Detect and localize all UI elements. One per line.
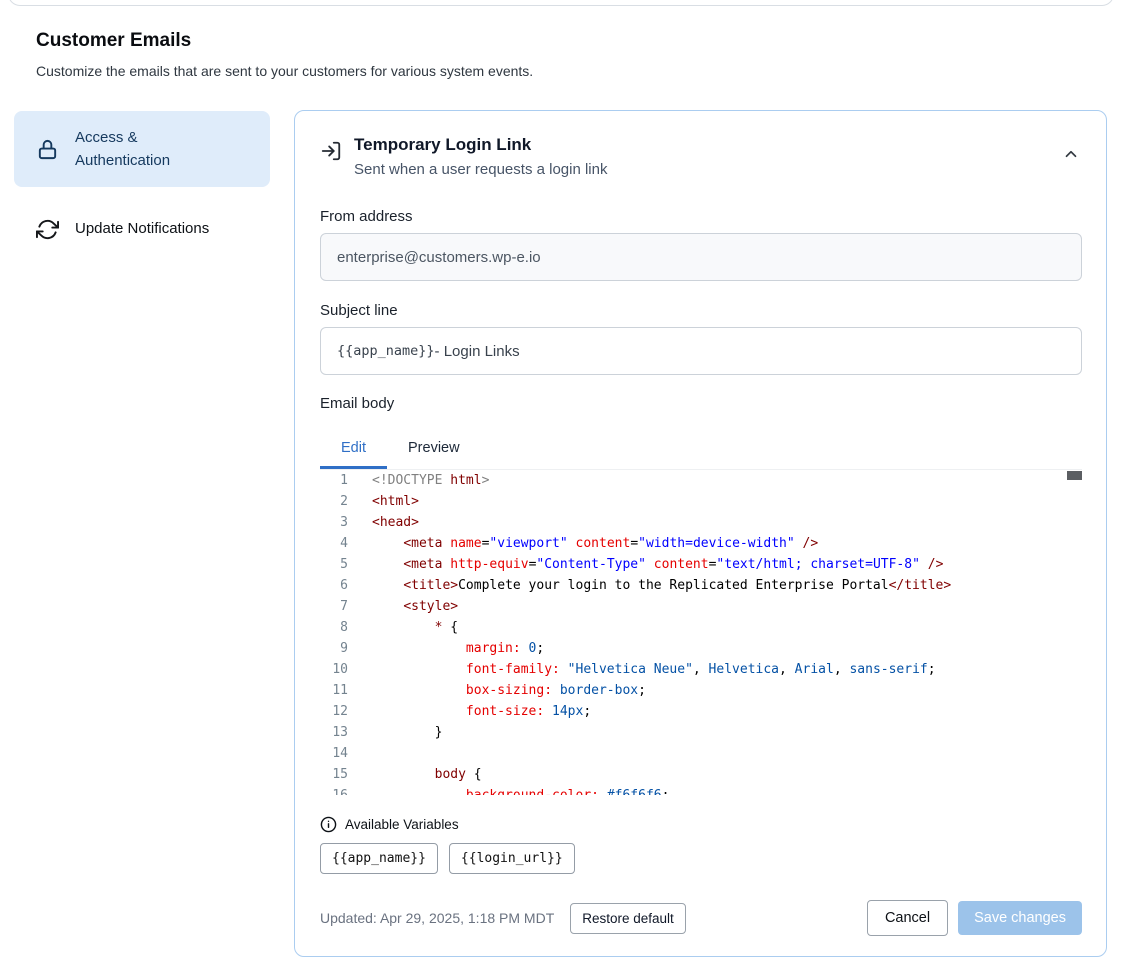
code-line: 2<html> [320, 491, 1082, 512]
editor-scrollbar-thumb[interactable] [1067, 471, 1082, 480]
card-footer: Updated: Apr 29, 2025, 1:18 PM MDT Resto… [320, 900, 1082, 936]
subject-line-label: Subject line [320, 302, 1082, 319]
code-line: 4 <meta name="viewport" content="width=d… [320, 533, 1082, 554]
variable-chip-app-name[interactable]: {{app_name}} [320, 843, 438, 874]
code-line: 10 font-family: "Helvetica Neue", Helvet… [320, 659, 1082, 680]
page-title: Customer Emails [36, 30, 533, 52]
card-header: Temporary Login Link Sent when a user re… [320, 135, 1082, 178]
sidebar-item-label: Access & Authentication [75, 126, 225, 173]
page-subtitle: Customize the emails that are sent to yo… [36, 63, 533, 79]
tab-edit[interactable]: Edit [320, 428, 387, 469]
restore-default-button[interactable]: Restore default [570, 903, 686, 934]
code-line: 9 margin: 0; [320, 638, 1082, 659]
code-line: 16 background-color: #f6f6f6; [320, 785, 1082, 795]
code-editor[interactable]: 1<!DOCTYPE html>2<html>3<head>4 <meta na… [320, 469, 1082, 795]
save-changes-button[interactable]: Save changes [958, 901, 1082, 935]
subject-variable-token: {{app_name}} [337, 343, 435, 359]
subject-line-input[interactable]: {{app_name}} - Login Links [320, 327, 1082, 375]
code-line: 5 <meta http-equiv="Content-Type" conten… [320, 554, 1082, 575]
variable-chips: {{app_name}} {{login_url}} [320, 843, 1082, 874]
login-icon [320, 140, 342, 162]
sidebar-item-label: Update Notifications [75, 217, 209, 240]
code-line: 1<!DOCTYPE html> [320, 470, 1082, 491]
code-line: 14 [320, 743, 1082, 764]
code-line: 11 box-sizing: border-box; [320, 680, 1082, 701]
from-address-label: From address [320, 208, 1082, 225]
from-address-input[interactable] [320, 233, 1082, 281]
code-line: 12 font-size: 14px; [320, 701, 1082, 722]
code-line: 8 * { [320, 617, 1082, 638]
sidebar-item-access-authentication[interactable]: Access & Authentication [14, 111, 270, 187]
chevron-up-icon [1062, 145, 1080, 166]
subject-text: - Login Links [435, 343, 520, 360]
info-icon [320, 816, 337, 833]
code-line: 3<head> [320, 512, 1082, 533]
editor-tabs: Edit Preview [320, 428, 1082, 469]
code-line: 6 <title>Complete your login to the Repl… [320, 575, 1082, 596]
sidebar-item-update-notifications[interactable]: Update Notifications [14, 201, 270, 257]
card-title: Temporary Login Link [354, 135, 607, 155]
available-variables-label: Available Variables [345, 817, 459, 832]
updated-timestamp: Updated: Apr 29, 2025, 1:18 PM MDT [320, 910, 554, 926]
lock-icon [36, 138, 59, 161]
code-line: 15 body { [320, 764, 1082, 785]
variable-chip-login-url[interactable]: {{login_url}} [449, 843, 575, 874]
page-header: Customer Emails Customize the emails tha… [36, 30, 533, 79]
previous-card-bottom-edge [8, 0, 1114, 6]
email-body-label: Email body [320, 395, 1082, 412]
available-variables-row: Available Variables [320, 816, 1082, 833]
code-line: 7 <style> [320, 596, 1082, 617]
code-line: 13 } [320, 722, 1082, 743]
refresh-icon [36, 218, 59, 241]
code-lines: 1<!DOCTYPE html>2<html>3<head>4 <meta na… [320, 470, 1082, 795]
card-header-text: Temporary Login Link Sent when a user re… [354, 135, 607, 178]
collapse-button[interactable] [1060, 143, 1082, 168]
email-settings-card: Temporary Login Link Sent when a user re… [294, 110, 1107, 957]
card-subtitle: Sent when a user requests a login link [354, 161, 607, 178]
cancel-button[interactable]: Cancel [867, 900, 948, 936]
sidebar: Access & Authentication Update Notificat… [14, 111, 270, 257]
tab-preview[interactable]: Preview [387, 428, 481, 469]
